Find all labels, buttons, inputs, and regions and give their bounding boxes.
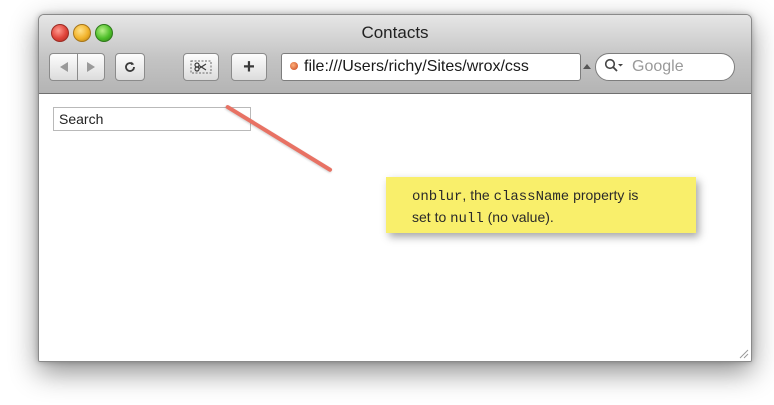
note-code-onblur: onblur <box>412 189 463 205</box>
add-label: + <box>243 55 255 78</box>
note-code-null: null <box>450 211 484 227</box>
search-input-value: Search <box>59 111 104 127</box>
back-forward-control <box>49 53 105 81</box>
back-arrow-icon <box>59 62 68 72</box>
address-bar[interactable]: file:///Users/richy/Sites/wrox/css <box>281 53 581 81</box>
note-text-2a: set to <box>412 209 451 225</box>
back-button[interactable] <box>49 53 77 81</box>
callout-note: onblur, the className property is set to… <box>386 177 696 233</box>
note-code-classname: className <box>493 189 570 205</box>
google-search-placeholder: Google <box>632 58 684 75</box>
reload-button[interactable] <box>115 53 145 81</box>
google-search-field[interactable]: Google <box>595 53 735 81</box>
forward-arrow-icon <box>87 62 95 72</box>
window-title: Contacts <box>361 23 429 42</box>
reload-icon <box>125 61 135 72</box>
title-bar: Contacts + file:///Users/richy/Sites/wro… <box>39 15 751 94</box>
note-text-1a: , the <box>462 187 494 203</box>
forward-button[interactable] <box>77 53 105 81</box>
address-dropdown-icon[interactable] <box>583 64 591 69</box>
page-favicon-icon <box>290 62 298 70</box>
search-magnifier-icon[interactable] <box>604 58 624 77</box>
resize-grip-icon[interactable] <box>737 347 749 359</box>
note-text-2b: (no value). <box>483 209 554 225</box>
note-text-1b: property is <box>569 187 639 203</box>
add-bookmark-button[interactable]: + <box>231 53 267 81</box>
search-input[interactable]: Search <box>53 107 251 131</box>
webclip-scissors-icon <box>190 60 212 74</box>
webclip-button[interactable] <box>183 53 219 81</box>
address-url: file:///Users/richy/Sites/wrox/css <box>304 58 529 75</box>
